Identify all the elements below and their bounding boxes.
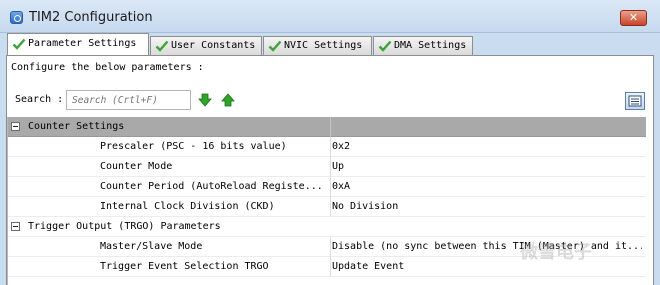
table-row[interactable]: Counter Period (AutoReload Registe... 0x… <box>8 177 646 197</box>
group-row-counter-settings[interactable]: Counter Settings <box>8 117 646 137</box>
param-value[interactable]: Up <box>332 161 642 172</box>
table-row[interactable]: Counter Mode Up <box>8 157 646 177</box>
table-row[interactable]: Internal Clock Division (CKD) No Divisio… <box>8 197 646 217</box>
param-label: Trigger Event Selection TRGO <box>100 261 269 272</box>
param-label: Internal Clock Division (CKD) <box>100 201 275 212</box>
column-separator <box>330 257 331 277</box>
table-row[interactable]: Prescaler (PSC - 16 bits value) 0x2 <box>8 137 646 157</box>
param-label: Master/Slave Mode <box>100 241 203 252</box>
search-label: Search : <box>15 94 64 105</box>
list-view-icon <box>628 95 642 107</box>
search-next-down-arrow-icon[interactable] <box>198 93 212 107</box>
tab-label: DMA Settings <box>394 40 467 51</box>
app-icon <box>10 11 23 24</box>
param-value[interactable]: 0xA <box>332 181 642 192</box>
group-label: Counter Settings <box>28 121 125 132</box>
column-separator <box>330 197 331 217</box>
column-separator <box>330 237 331 257</box>
group-label: Trigger Output (TRGO) Parameters <box>28 221 221 232</box>
check-icon <box>12 38 26 50</box>
tab-user-constants[interactable]: User Constants <box>150 36 262 55</box>
tab-label: User Constants <box>171 40 256 51</box>
column-separator <box>330 137 331 157</box>
watermark-text: 微雪电子 <box>520 242 592 263</box>
list-view-button[interactable] <box>625 92 645 110</box>
column-separator <box>330 117 331 137</box>
param-value[interactable]: 0x2 <box>332 141 642 152</box>
tab-label: Parameter Settings <box>28 38 137 49</box>
search-previous-up-arrow-icon[interactable] <box>221 93 235 107</box>
tab-parameter-settings[interactable]: Parameter Settings <box>7 33 149 55</box>
group-row-trigger-output[interactable]: Trigger Output (TRGO) Parameters <box>8 217 646 237</box>
title-bar: TIM2 Configuration ✕ <box>0 0 660 33</box>
param-label: Counter Mode <box>100 161 173 172</box>
tab-dma-settings[interactable]: DMA Settings <box>373 36 473 55</box>
column-separator <box>330 157 331 177</box>
check-icon <box>155 40 169 52</box>
search-input[interactable] <box>66 90 191 110</box>
param-label: Counter Period (AutoReload Registe... <box>100 181 323 192</box>
tab-strip: Parameter Settings User Constants NVIC S… <box>0 33 660 55</box>
param-label: Prescaler (PSC - 16 bits value) <box>100 141 287 152</box>
tab-nvic-settings[interactable]: NVIC Settings <box>263 36 372 55</box>
configure-instructions: Configure the below parameters : <box>11 62 204 73</box>
check-icon <box>268 40 282 52</box>
param-value[interactable]: No Division <box>332 201 642 212</box>
close-button[interactable]: ✕ <box>620 10 647 26</box>
watermark-logo: 微雪电子 <box>520 238 650 282</box>
window-title: TIM2 Configuration <box>29 10 153 25</box>
check-icon <box>378 40 392 52</box>
column-separator <box>330 177 331 197</box>
collapse-icon[interactable] <box>11 222 20 231</box>
tab-label: NVIC Settings <box>284 40 363 51</box>
collapse-icon[interactable] <box>11 122 20 131</box>
